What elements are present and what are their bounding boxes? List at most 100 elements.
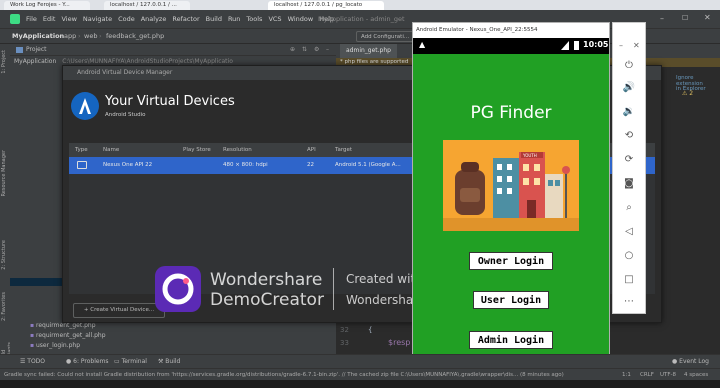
tree-selection bbox=[10, 278, 70, 286]
project-panel-header: Project ⊕ ⇅ ⚙ – bbox=[10, 44, 336, 56]
structure-tab[interactable]: 2: Structure bbox=[1, 240, 7, 270]
breadcrumb-item[interactable]: feedback_get.php bbox=[106, 29, 164, 44]
file-encoding[interactable]: UTF-8 bbox=[660, 369, 676, 380]
breadcrumb-item[interactable]: app bbox=[64, 29, 76, 44]
camera-icon[interactable]: ◙ bbox=[622, 177, 636, 191]
problems-tab[interactable]: ● 6: Problems bbox=[66, 355, 109, 369]
more-icon[interactable]: ⋯ bbox=[622, 295, 636, 309]
browser-tab-active[interactable]: localhost / 127.0.0.1 / pg_locato bbox=[268, 1, 384, 10]
tree-file[interactable]: ▪ requirment_get_all.php bbox=[30, 332, 106, 339]
col-api[interactable]: API bbox=[307, 143, 316, 157]
code-line: { bbox=[368, 326, 373, 334]
project-tool-tab[interactable]: 1: Project bbox=[1, 50, 7, 74]
tree-file[interactable]: ▪ requirment_get.php bbox=[30, 322, 96, 329]
owner-login-button[interactable]: Owner Login bbox=[469, 252, 553, 270]
ide-window-title: MyApplication - admin_get bbox=[318, 15, 405, 23]
menu-item[interactable]: Edit bbox=[43, 15, 56, 23]
col-play-store[interactable]: Play Store bbox=[183, 143, 211, 157]
collapse-icon[interactable]: ⇅ bbox=[302, 44, 307, 56]
line-separator[interactable]: CRLF bbox=[640, 369, 654, 380]
status-message[interactable]: Gradle sync failed: Could not install Gr… bbox=[4, 369, 604, 380]
home-icon[interactable]: ○ bbox=[622, 249, 636, 263]
emulator-title: Android Emulator - Nexus_One_API_22:5554 bbox=[413, 23, 609, 38]
bottom-tool-bar: ☰ TODO ● 6: Problems ▭ Terminal ⚒ Build … bbox=[0, 354, 720, 368]
menu-item[interactable]: Run bbox=[228, 15, 240, 23]
app-hero-image: YOUTH bbox=[443, 140, 579, 231]
signal-icon bbox=[561, 41, 569, 50]
warning-icon: ▲ bbox=[419, 40, 426, 49]
col-target[interactable]: Target bbox=[335, 143, 352, 157]
battery-icon bbox=[574, 41, 579, 50]
menu-item[interactable]: VCS bbox=[268, 15, 281, 23]
overview-icon[interactable]: □ bbox=[622, 273, 636, 287]
menu-item[interactable]: Refactor bbox=[172, 15, 199, 23]
breadcrumb-item[interactable]: web bbox=[84, 29, 97, 44]
screen-bottom-edge bbox=[0, 380, 720, 388]
device-phone-icon bbox=[77, 161, 87, 169]
menu-item[interactable]: File bbox=[26, 15, 37, 23]
device-name: Nexus One API 22 bbox=[103, 162, 153, 168]
add-configuration-button[interactable]: Add Configurati... bbox=[356, 31, 415, 42]
menu-item[interactable]: Window bbox=[288, 15, 314, 23]
volume-down-icon[interactable]: 🔉 bbox=[622, 105, 636, 119]
event-log-tab[interactable]: ● Event Log bbox=[672, 355, 709, 369]
watermark-divider bbox=[333, 268, 334, 310]
rotate-left-icon[interactable]: ⟲ bbox=[622, 129, 636, 143]
rotate-right-icon[interactable]: ⟳ bbox=[622, 153, 636, 167]
cursor-position[interactable]: 1:1 bbox=[622, 369, 631, 380]
menu-item[interactable]: Analyze bbox=[141, 15, 167, 23]
todo-tab[interactable]: ☰ TODO bbox=[20, 355, 45, 369]
line-number: 32 bbox=[340, 326, 349, 334]
zoom-icon[interactable]: ⌕ bbox=[622, 201, 636, 215]
project-view-selector[interactable]: Project bbox=[26, 44, 47, 56]
indent-setting[interactable]: 4 spaces bbox=[684, 369, 708, 380]
col-name[interactable]: Name bbox=[103, 143, 119, 157]
breadcrumb-item[interactable]: MyApplication bbox=[12, 29, 64, 44]
status-time: 10:05 bbox=[583, 40, 609, 49]
project-root-name: MyApplication bbox=[14, 58, 57, 65]
left-tool-strip: 1: Project Resource Manager 2: Structure… bbox=[0, 44, 13, 362]
watermark-brand-line2: DemoCreator bbox=[210, 290, 324, 310]
hide-icon[interactable]: – bbox=[326, 44, 329, 56]
code-line: $resp bbox=[388, 338, 411, 347]
toolbar-close-icon[interactable]: ✕ bbox=[633, 41, 640, 50]
maximize-icon[interactable]: ☐ bbox=[682, 14, 688, 22]
menu-list: File Edit View Navigate Code Analyze Refactor B… bbox=[26, 10, 340, 28]
minimize-icon[interactable]: – bbox=[660, 14, 664, 23]
menu-item[interactable]: View bbox=[61, 15, 76, 23]
gear-icon[interactable]: ⚙ bbox=[314, 44, 319, 56]
youth-sign-text: YOUTH bbox=[522, 153, 537, 158]
warning-count[interactable]: ⚠ 2 bbox=[682, 90, 693, 97]
android-emulator-window: Android Emulator - Nexus_One_API_22:5554… bbox=[412, 22, 610, 364]
back-icon[interactable]: ◁ bbox=[622, 225, 636, 239]
tree-file[interactable]: ▪ user_login.php bbox=[30, 342, 80, 350]
col-type[interactable]: Type bbox=[75, 143, 88, 157]
editor-tab-active[interactable]: admin_get.php bbox=[340, 44, 397, 58]
menu-item[interactable]: Navigate bbox=[83, 15, 112, 23]
build-tab[interactable]: ⚒ Build bbox=[158, 355, 180, 369]
user-login-button[interactable]: User Login bbox=[473, 291, 549, 309]
device-api: 22 bbox=[307, 162, 314, 168]
menu-item[interactable]: Build bbox=[206, 15, 222, 23]
col-resolution[interactable]: Resolution bbox=[223, 143, 252, 157]
volume-up-icon[interactable]: 🔊 bbox=[622, 81, 636, 95]
menu-item[interactable]: Code bbox=[118, 15, 135, 23]
browser-tab[interactable]: Work Log Ferojes - Y... bbox=[4, 1, 90, 10]
terminal-tab[interactable]: ▭ Terminal bbox=[114, 355, 147, 369]
admin-login-button[interactable]: Admin Login bbox=[469, 331, 553, 349]
favorites-tab[interactable]: 2: Favorites bbox=[1, 292, 7, 321]
avd-subheading: Android Studio bbox=[105, 112, 146, 118]
project-root[interactable]: MyApplication C:\Users\MUNNAFIYA\Android… bbox=[14, 58, 233, 65]
create-virtual-device-button[interactable]: + Create Virtual Device... bbox=[73, 303, 165, 318]
folder-icon bbox=[16, 47, 23, 53]
avd-heading: Your Virtual Devices bbox=[105, 94, 235, 109]
menu-item[interactable]: Tools bbox=[246, 15, 262, 23]
toolbar-minimize-icon[interactable]: – bbox=[619, 41, 623, 50]
close-icon[interactable]: ✕ bbox=[704, 13, 711, 22]
resource-manager-tab[interactable]: Resource Manager bbox=[1, 150, 7, 196]
browser-tab[interactable]: localhost / 127.0.0.1 / ... bbox=[104, 1, 190, 10]
power-icon[interactable]: ⏻ bbox=[622, 59, 636, 73]
democreator-logo-icon bbox=[155, 266, 201, 312]
app-title: PG Finder bbox=[470, 103, 552, 123]
locate-icon[interactable]: ⊕ bbox=[290, 44, 295, 56]
